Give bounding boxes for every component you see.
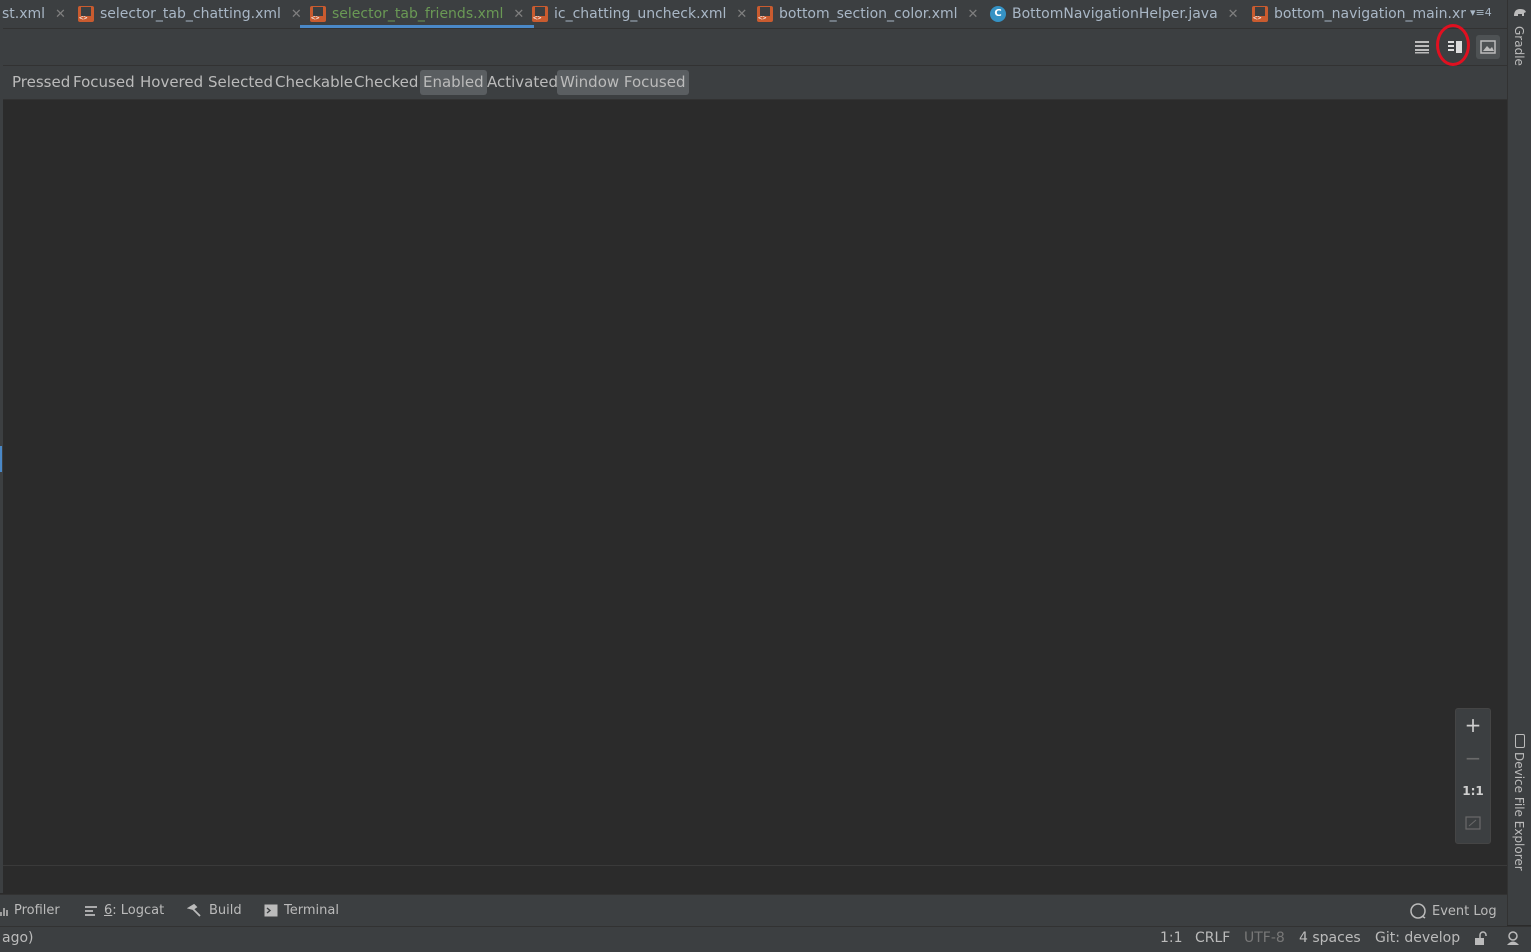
state-focused[interactable]: Focused (70, 70, 138, 95)
inspector-icon[interactable] (1505, 930, 1521, 950)
caret-position[interactable]: 1:1 (1160, 930, 1183, 946)
state-checkable[interactable]: Checkable (272, 70, 356, 95)
profiler-label: Profiler (14, 903, 60, 918)
highlight-circle-annotation (1436, 24, 1470, 66)
event-log-tool-tab[interactable]: Event Log (1410, 903, 1497, 919)
device-file-explorer-tool-tab[interactable]: Device File Explorer (1512, 752, 1526, 871)
close-icon[interactable]: ✕ (55, 7, 66, 22)
state-hovered[interactable]: Hovered (137, 70, 206, 95)
event-log-icon (1410, 903, 1426, 919)
state-activated[interactable]: Activated (484, 70, 561, 95)
lock-icon[interactable] (1474, 931, 1488, 950)
status-message[interactable]: ago) (2, 930, 34, 946)
code-mode-icon (1415, 41, 1429, 54)
editor-tab[interactable]: st.xml ✕ (2, 0, 66, 28)
profiler-icon (0, 907, 8, 916)
logcat-icon (85, 905, 97, 916)
state-selected[interactable]: Selected (205, 70, 276, 95)
state-enabled[interactable]: Enabled (420, 70, 487, 95)
right-tool-strip: Gradle Device File Explorer (1507, 0, 1531, 925)
terminal-label: Terminal (284, 903, 339, 918)
zoom-in-button[interactable]: + (1461, 713, 1485, 737)
file-encoding[interactable]: UTF-8 (1244, 930, 1285, 946)
tab-label: selector_tab_friends.xml (332, 6, 504, 22)
logcat-label: : Logcat (112, 903, 165, 918)
actual-size-button[interactable]: 1:1 (1461, 779, 1485, 803)
line-separator[interactable]: CRLF (1195, 930, 1230, 946)
tab-label: selector_tab_chatting.xml (100, 6, 281, 22)
left-strip-marker (0, 446, 2, 472)
logcat-tool-tab[interactable]: 6: Logcat (84, 903, 164, 918)
close-icon[interactable]: ✕ (968, 7, 979, 22)
state-pressed[interactable]: Pressed (9, 70, 73, 95)
xml-file-icon (78, 6, 94, 22)
zoom-to-fit-button[interactable] (1461, 811, 1485, 835)
xml-file-icon (532, 6, 548, 22)
git-branch[interactable]: Git: develop (1375, 930, 1460, 946)
xml-file-icon (310, 6, 326, 22)
code-mode-button[interactable] (1410, 35, 1434, 59)
editor-tab-active[interactable]: selector_tab_friends.xml ✕ (299, 0, 535, 28)
tab-label: bottom_section_color.xml (779, 6, 958, 22)
editor-toolbar (3, 29, 1507, 66)
editor-tab[interactable]: selector_tab_chatting.xml ✕ (78, 0, 302, 28)
tab-overflow-button[interactable]: ▾≡4 (1470, 6, 1492, 19)
indent-setting[interactable]: 4 spaces (1299, 930, 1361, 946)
zoom-out-button[interactable]: − (1461, 746, 1485, 770)
state-window-focused[interactable]: Window Focused (557, 70, 689, 95)
terminal-icon (264, 904, 278, 917)
design-canvas[interactable] (3, 100, 1507, 865)
editor-tab[interactable]: C BottomNavigationHelper.java ✕ (990, 0, 1239, 28)
terminal-tool-tab[interactable]: Terminal (264, 903, 339, 918)
tab-label: BottomNavigationHelper.java (1012, 6, 1218, 22)
close-icon[interactable]: ✕ (291, 7, 302, 22)
gradle-tool-tab[interactable]: Gradle (1512, 26, 1526, 66)
hammer-icon (187, 903, 201, 917)
editor-tab[interactable]: ic_chatting_uncheck.xml ✕ (532, 0, 747, 28)
editor-tab[interactable]: bottom_navigation_main.xr (1252, 0, 1466, 28)
design-mode-icon (1480, 40, 1496, 54)
event-log-label: Event Log (1432, 903, 1497, 919)
tab-label: bottom_navigation_main.xr (1274, 6, 1467, 22)
build-label: Build (209, 903, 242, 918)
tab-label: st.xml (2, 6, 46, 22)
status-bar: ago) 1:1 CRLF UTF-8 4 spaces Git: develo… (0, 926, 1531, 952)
gradle-elephant-icon (1513, 6, 1527, 18)
close-icon[interactable]: ✕ (1228, 7, 1239, 22)
bottom-tool-bar: Profiler 6: Logcat Build Terminal Event … (0, 894, 1507, 926)
editor-tab-bar: st.xml ✕ selector_tab_chatting.xml ✕ sel… (0, 0, 1507, 29)
profiler-tool-tab[interactable]: Profiler (0, 903, 60, 918)
close-icon[interactable]: ✕ (736, 7, 747, 22)
zoom-to-fit-icon (1465, 816, 1481, 830)
xml-file-icon (757, 6, 773, 22)
device-icon (1515, 734, 1525, 748)
editor-tab[interactable]: bottom_section_color.xml ✕ (757, 0, 978, 28)
java-class-icon: C (990, 6, 1006, 22)
selector-state-bar: Pressed Focused Hovered Selected Checkab… (3, 66, 1507, 100)
state-checked[interactable]: Checked (351, 70, 421, 95)
build-tool-tab[interactable]: Build (187, 903, 242, 918)
lower-editor-panel (3, 865, 1507, 894)
xml-file-icon (1252, 6, 1268, 22)
tab-label: ic_chatting_uncheck.xml (554, 6, 727, 22)
zoom-panel: + − 1:1 (1455, 708, 1491, 844)
close-icon[interactable]: ✕ (513, 7, 524, 22)
design-mode-button[interactable] (1476, 35, 1500, 59)
